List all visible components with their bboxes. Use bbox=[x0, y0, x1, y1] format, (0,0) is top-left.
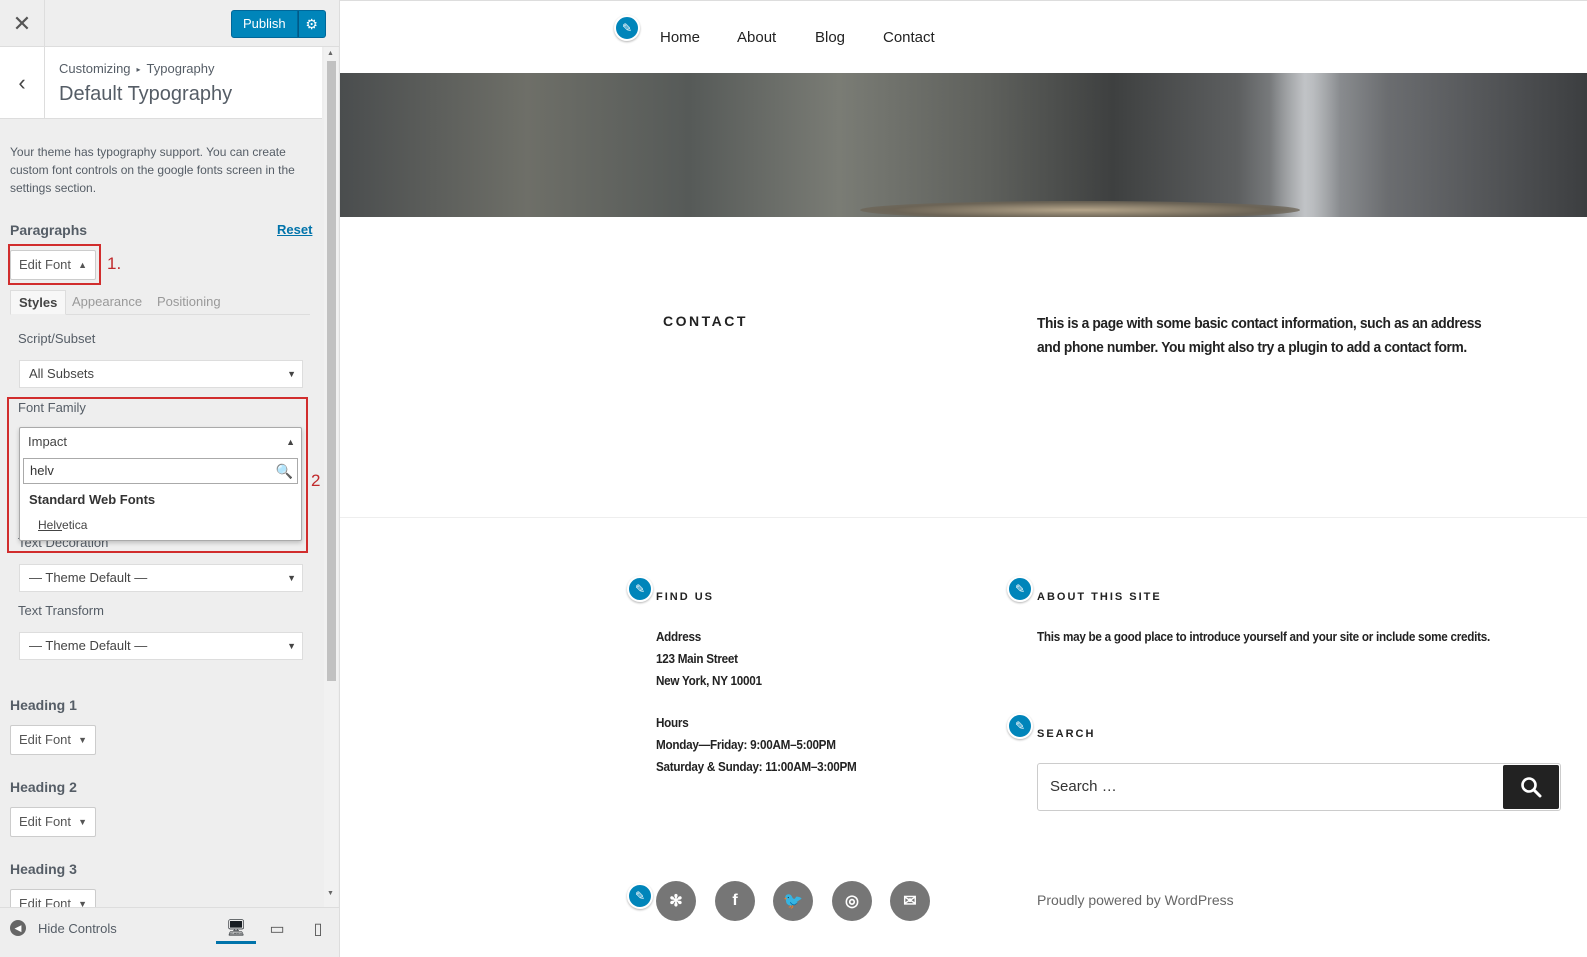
nav-blog[interactable]: Blog bbox=[815, 29, 845, 46]
annotation-number-1: 1. bbox=[107, 254, 122, 273]
find-us-title: FIND US bbox=[656, 591, 714, 603]
caret-down-icon: ▼ bbox=[78, 899, 87, 907]
text-transform-value: — Theme Default — bbox=[29, 638, 148, 653]
breadcrumb: Customizing ▸ Typography bbox=[59, 61, 214, 76]
script-subset-value: All Subsets bbox=[29, 366, 95, 381]
footer-divider bbox=[340, 517, 1587, 518]
widget-edit-pencil-icon[interactable]: ✎ bbox=[1007, 576, 1033, 602]
caret-down-icon: ▼ bbox=[78, 817, 87, 827]
breadcrumb-parent: Customizing bbox=[59, 61, 131, 76]
scroll-down-icon[interactable]: ▼ bbox=[327, 890, 334, 897]
about-site-title: ABOUT THIS SITE bbox=[1037, 591, 1162, 603]
social-edit-pencil-icon[interactable]: ✎ bbox=[627, 883, 653, 909]
nav-edit-pencil-icon[interactable]: ✎ bbox=[614, 15, 640, 41]
search-widget-title: SEARCH bbox=[1037, 728, 1096, 740]
hours-line-1: Monday—Friday: 9:00AM–5:00PM bbox=[656, 737, 836, 752]
chevron-down-icon: ▼ bbox=[287, 369, 296, 379]
widget-edit-pencil-icon[interactable]: ✎ bbox=[1007, 713, 1033, 739]
powered-by-link[interactable]: Proudly powered by WordPress bbox=[1037, 892, 1234, 908]
chevron-down-icon: ▼ bbox=[287, 641, 296, 651]
customizer-controls: ‹ Customizing ▸ Typography Default Typogra… bbox=[0, 47, 322, 907]
page-title: CONTACT bbox=[663, 313, 748, 329]
caret-down-icon: ▼ bbox=[78, 735, 87, 745]
section-description: Your theme has typography support. You c… bbox=[10, 145, 295, 195]
search-icon bbox=[1521, 777, 1542, 798]
header-image-highlight bbox=[1270, 73, 1340, 217]
sidebar-scrollbar[interactable]: ▲ ▼ bbox=[324, 47, 338, 907]
section-title: Default Typography bbox=[59, 83, 233, 105]
text-transform-label: Text Transform bbox=[18, 603, 104, 618]
collapse-icon: ◀ bbox=[10, 920, 26, 936]
address-label: Address bbox=[656, 629, 701, 644]
customizer-footer: ◀ Hide Controls 🖥 ▭ ▯ bbox=[0, 907, 339, 957]
nav-about[interactable]: About bbox=[737, 29, 776, 46]
search-input[interactable]: Search … bbox=[1037, 763, 1561, 811]
edit-font-label: Edit Font bbox=[19, 732, 72, 747]
yelp-icon[interactable]: ✻ bbox=[656, 881, 696, 921]
heading2-edit-font-button[interactable]: Edit Font ▼ bbox=[10, 807, 96, 837]
script-subset-label: Script/Subset bbox=[18, 331, 96, 346]
customizer-sidebar: ✕ Publish ⚙ ‹ Customizing ▸ Typography Def… bbox=[0, 0, 340, 957]
mobile-preview-icon[interactable]: ▯ bbox=[298, 914, 338, 944]
heading3-label: Heading 3 bbox=[10, 861, 77, 877]
reset-link[interactable]: Reset bbox=[277, 222, 312, 237]
address-line-2: New York, NY 10001 bbox=[656, 673, 762, 688]
tab-styles[interactable]: Styles bbox=[10, 290, 67, 315]
breadcrumb-separator-icon: ▸ bbox=[136, 65, 141, 74]
publish-group: Publish ⚙ bbox=[231, 10, 326, 38]
tablet-preview-icon[interactable]: ▭ bbox=[257, 914, 297, 944]
heading2-label: Heading 2 bbox=[10, 779, 77, 795]
header-image-cup-rim bbox=[860, 201, 1300, 217]
annotation-box-2 bbox=[7, 397, 308, 553]
tab-appearance[interactable]: Appearance bbox=[64, 290, 150, 315]
edit-font-label: Edit Font bbox=[19, 896, 72, 907]
text-decoration-value: — Theme Default — bbox=[29, 570, 148, 585]
search-submit-button[interactable] bbox=[1503, 765, 1559, 809]
annotation-box-1 bbox=[8, 244, 101, 285]
customizer-header: ✕ Publish ⚙ bbox=[0, 0, 339, 47]
scrollbar-thumb[interactable] bbox=[327, 61, 336, 681]
hide-controls-label: Hide Controls bbox=[38, 920, 117, 936]
header-image bbox=[340, 73, 1587, 217]
desktop-preview-icon[interactable]: 🖥 bbox=[216, 914, 256, 944]
section-title-block: ‹ Customizing ▸ Typography Default Typogra… bbox=[0, 47, 322, 119]
font-tabs: Styles Appearance Positioning bbox=[10, 290, 310, 315]
tab-positioning[interactable]: Positioning bbox=[149, 290, 229, 315]
hours-line-2: Saturday & Sunday: 11:00AM–3:00PM bbox=[656, 759, 857, 774]
email-icon[interactable]: ✉ bbox=[890, 881, 930, 921]
hide-controls-button[interactable]: ◀ Hide Controls bbox=[10, 920, 117, 936]
twitter-icon[interactable]: 🐦 bbox=[773, 881, 813, 921]
edit-font-label: Edit Font bbox=[19, 814, 72, 829]
about-site-text: This may be a good place to introduce yo… bbox=[1037, 629, 1490, 644]
search-placeholder: Search … bbox=[1050, 778, 1117, 795]
facebook-icon[interactable]: f bbox=[715, 881, 755, 921]
breadcrumb-current: Typography bbox=[146, 61, 215, 76]
heading1-edit-font-button[interactable]: Edit Font ▼ bbox=[10, 725, 96, 755]
publish-settings-gear-icon[interactable]: ⚙ bbox=[297, 10, 326, 38]
back-arrow-icon[interactable]: ‹ bbox=[0, 47, 45, 119]
heading3-edit-font-button[interactable]: Edit Font ▼ bbox=[10, 889, 96, 907]
close-icon[interactable]: ✕ bbox=[0, 0, 45, 47]
hours-label: Hours bbox=[656, 715, 689, 730]
instagram-icon[interactable]: ◎ bbox=[832, 881, 872, 921]
scroll-up-icon[interactable]: ▲ bbox=[327, 50, 334, 57]
widget-edit-pencil-icon[interactable]: ✎ bbox=[627, 576, 653, 602]
script-subset-select[interactable]: All Subsets ▼ bbox=[19, 360, 303, 388]
text-transform-select[interactable]: — Theme Default — ▼ bbox=[19, 632, 303, 660]
nav-home[interactable]: Home bbox=[660, 29, 700, 46]
heading1-label: Heading 1 bbox=[10, 697, 77, 713]
annotation-number-2: 2. bbox=[311, 471, 322, 490]
page-content: This is a page with some basic contact i… bbox=[1037, 315, 1482, 356]
nav-contact[interactable]: Contact bbox=[883, 29, 935, 46]
text-decoration-select[interactable]: — Theme Default — ▼ bbox=[19, 564, 303, 592]
address-line-1: 123 Main Street bbox=[656, 651, 738, 666]
publish-button[interactable]: Publish bbox=[231, 10, 298, 38]
site-preview: ✎ Home About Blog Contact CONTACT This i… bbox=[340, 0, 1587, 957]
chevron-down-icon: ▼ bbox=[287, 573, 296, 583]
paragraphs-label: Paragraphs bbox=[10, 222, 88, 238]
